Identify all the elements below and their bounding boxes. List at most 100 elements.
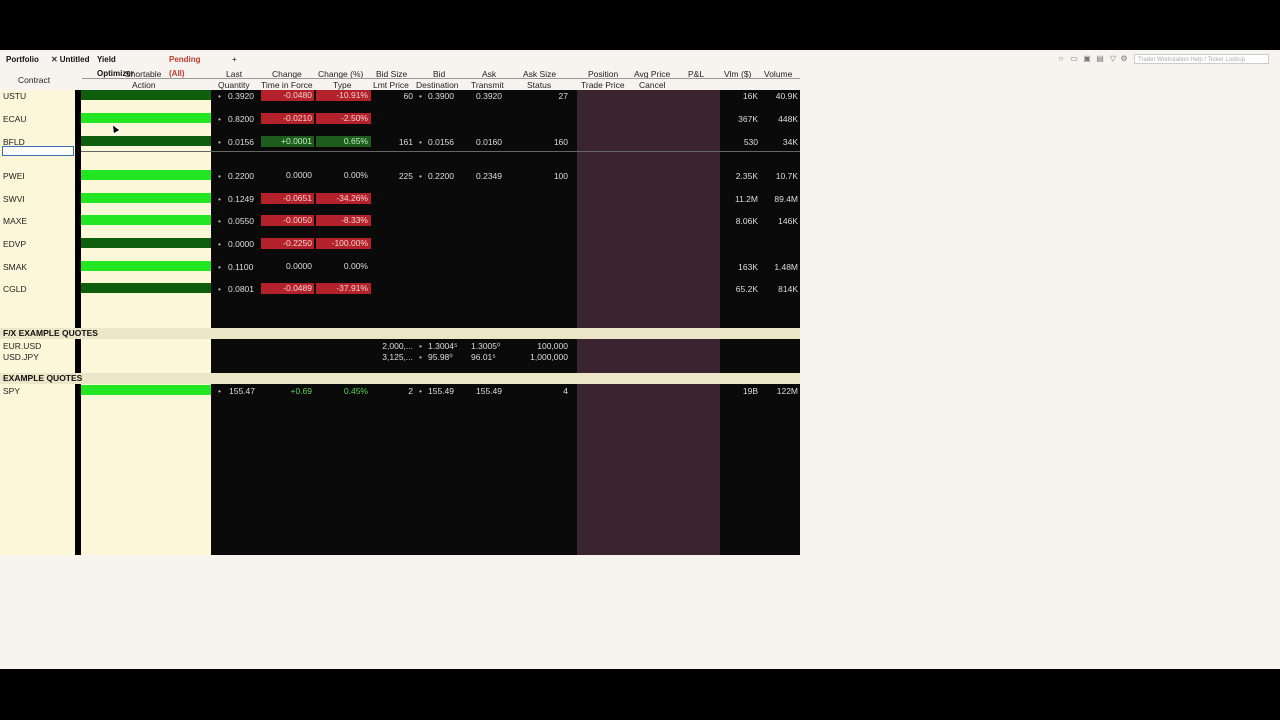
ask-price: 155.49 bbox=[476, 386, 502, 396]
section-header-fx[interactable]: F/X EXAMPLE QUOTES bbox=[0, 328, 800, 339]
bid-size: 2,000,... bbox=[382, 341, 413, 351]
change-value: -0.0210 bbox=[261, 113, 314, 124]
last-price: 0.3920 bbox=[228, 91, 254, 101]
ask-price: 0.3920 bbox=[476, 91, 502, 101]
dollar-volume: 11.2M bbox=[735, 194, 758, 204]
tab-portfolio[interactable]: Portfolio bbox=[3, 53, 42, 67]
dollar-volume: 2.35K bbox=[735, 171, 758, 181]
volume: 448K bbox=[778, 114, 798, 124]
shortable-indicator bbox=[81, 193, 211, 203]
table-row[interactable]: SWVI • 0.1249 -0.0651 -34.26% 11.2M 89.4M bbox=[0, 193, 800, 205]
data-dot-icon: • bbox=[218, 284, 221, 294]
contract-symbol: EUR.USD bbox=[3, 341, 42, 351]
contract-symbol: ECAU bbox=[3, 114, 27, 124]
table-row[interactable]: SMAK • 0.1100 0.0000 0.00% 163K 1.48M bbox=[0, 261, 800, 273]
data-dot-icon: • bbox=[419, 137, 422, 147]
table-row[interactable]: MAXE • 0.0550 -0.0050 -8.33% 8.06K 146K bbox=[0, 215, 800, 227]
bid-price: 155.49 bbox=[428, 386, 454, 396]
bid-price: 95.98⁰ bbox=[428, 352, 453, 362]
data-dot-icon: • bbox=[419, 341, 422, 351]
fx-row[interactable]: EUR.USD 2,000,... • 1.3004⁵ 1.3005⁰ 100,000 bbox=[0, 340, 800, 351]
header-type[interactable]: Type bbox=[333, 80, 351, 90]
change-pct-value: 0.00% bbox=[343, 261, 368, 271]
dollar-volume: 16K bbox=[742, 91, 758, 101]
last-price: 0.8200 bbox=[228, 114, 254, 124]
change-pct-value: -37.91% bbox=[316, 283, 371, 294]
gear-icon[interactable]: ⚙ bbox=[1120, 55, 1128, 63]
ask-size: 4 bbox=[563, 386, 568, 396]
contract-symbol: PWEI bbox=[3, 171, 25, 181]
data-dot-icon: • bbox=[218, 262, 221, 272]
change-value: +0.69 bbox=[290, 386, 312, 396]
table-row[interactable]: EDVP • 0.0000 -0.2250 -100.00% bbox=[0, 238, 800, 250]
table-row[interactable]: CGLD • 0.0801 -0.0489 -37.91% 65.2K 814K bbox=[0, 283, 800, 295]
ask-price: 0.2349 bbox=[476, 171, 502, 181]
last-price: 0.0000 bbox=[228, 239, 254, 249]
section-title: F/X EXAMPLE QUOTES bbox=[3, 328, 98, 338]
tab-yield-optimizer[interactable]: Yield Optimizer bbox=[94, 53, 137, 78]
selected-row-line bbox=[81, 151, 800, 152]
tab-untitled[interactable]: ✕ Untitled bbox=[48, 53, 92, 67]
change-value: -0.0651 bbox=[261, 193, 314, 204]
last-price: 0.1100 bbox=[228, 262, 254, 272]
change-pct-value: -100.00% bbox=[316, 238, 371, 249]
bid-size: 161 bbox=[398, 137, 413, 147]
data-dot-icon: • bbox=[419, 91, 422, 101]
settings-icon[interactable]: ○ bbox=[1057, 55, 1065, 63]
ask-size: 160 bbox=[553, 137, 568, 147]
volume: 34K bbox=[782, 137, 798, 147]
table-row[interactable]: ECAU • 0.8200 -0.0210 -2.50% 367K 448K bbox=[0, 113, 800, 125]
shortable-indicator bbox=[81, 283, 211, 293]
data-dot-icon: • bbox=[218, 194, 221, 204]
last-price: 155.47 bbox=[229, 386, 255, 396]
ticker-lookup-input[interactable]: Trader Workstation Help / Ticker Lookup bbox=[1134, 54, 1269, 64]
layout-icon[interactable]: ▭ bbox=[1070, 55, 1078, 63]
header-quantity[interactable]: Quantity bbox=[218, 80, 250, 90]
bid-price: 0.0156 bbox=[428, 137, 454, 147]
table-row[interactable]: SPY • 155.47 +0.69 0.45% 2 • 155.49 155.49 4 19B 12… bbox=[0, 385, 800, 397]
ask-size: 1,000,000 bbox=[530, 352, 568, 362]
plus-icon: + bbox=[232, 55, 237, 64]
last-price: 0.0801 bbox=[228, 284, 254, 294]
shortable-column bbox=[81, 90, 211, 555]
header-trade-price[interactable]: Trade Price bbox=[581, 80, 625, 90]
ask-price: 96.01⁵ bbox=[471, 352, 496, 362]
header-transmit[interactable]: Transmit bbox=[471, 80, 504, 90]
shortable-indicator bbox=[81, 238, 211, 248]
last-price: 0.2200 bbox=[228, 171, 254, 181]
filter-icon[interactable]: ▽ bbox=[1109, 55, 1117, 63]
change-pct-value: 0.45% bbox=[343, 386, 368, 396]
header-cancel[interactable]: Cancel bbox=[639, 80, 665, 90]
tab-pending-all[interactable]: Pending (All) bbox=[166, 53, 204, 78]
bid-price: 0.3900 bbox=[428, 91, 454, 101]
change-value: 0.0000 bbox=[286, 261, 312, 271]
add-tab-button[interactable]: + bbox=[229, 53, 240, 67]
data-dot-icon: • bbox=[218, 171, 221, 181]
lock-icon[interactable]: ▤ bbox=[1096, 55, 1104, 63]
table-row[interactable]: BFLD • 0.0156 +0.0001 0.65% 161 • 0.0156 0.0160 1… bbox=[0, 136, 800, 148]
table-row[interactable]: USTU • 0.3920 -0.0480 -10.91% 60 • 0.3900 0.3920… bbox=[0, 90, 800, 102]
header-destination[interactable]: Destination bbox=[416, 80, 459, 90]
close-icon[interactable]: ✕ bbox=[51, 55, 58, 64]
shortable-indicator bbox=[81, 113, 211, 123]
section-header-example[interactable]: EXAMPLE QUOTES bbox=[0, 373, 800, 384]
contract-symbol: EDVP bbox=[3, 239, 27, 249]
data-dot-icon: • bbox=[218, 114, 221, 124]
header-action[interactable]: Action bbox=[132, 80, 156, 90]
volume: 1.48M bbox=[774, 262, 798, 272]
ask-price: 0.0160 bbox=[476, 137, 502, 147]
table-row[interactable]: PWEI • 0.2200 0.0000 0.00% 225 • 0.2200 0.2349 10… bbox=[0, 170, 800, 182]
header-contract[interactable]: Contract bbox=[18, 75, 50, 85]
fx-row[interactable]: USD.JPY 3,125,... • 95.98⁰ 96.01⁵ 1,000,000 bbox=[0, 351, 800, 362]
new-contract-input[interactable] bbox=[2, 146, 74, 156]
tab-label: Untitled bbox=[59, 55, 90, 64]
contract-symbol: SWVI bbox=[3, 194, 25, 204]
last-price: 0.0156 bbox=[228, 137, 254, 147]
header-lmt-price[interactable]: Lmt Price bbox=[373, 80, 409, 90]
header-status[interactable]: Status bbox=[527, 80, 551, 90]
tab-label: Portfolio bbox=[6, 55, 39, 64]
header-time-in-force[interactable]: Time in Force bbox=[261, 80, 313, 90]
window-icon[interactable]: ▣ bbox=[1083, 55, 1091, 63]
dollar-volume: 65.2K bbox=[735, 284, 758, 294]
section-title: EXAMPLE QUOTES bbox=[3, 373, 83, 383]
